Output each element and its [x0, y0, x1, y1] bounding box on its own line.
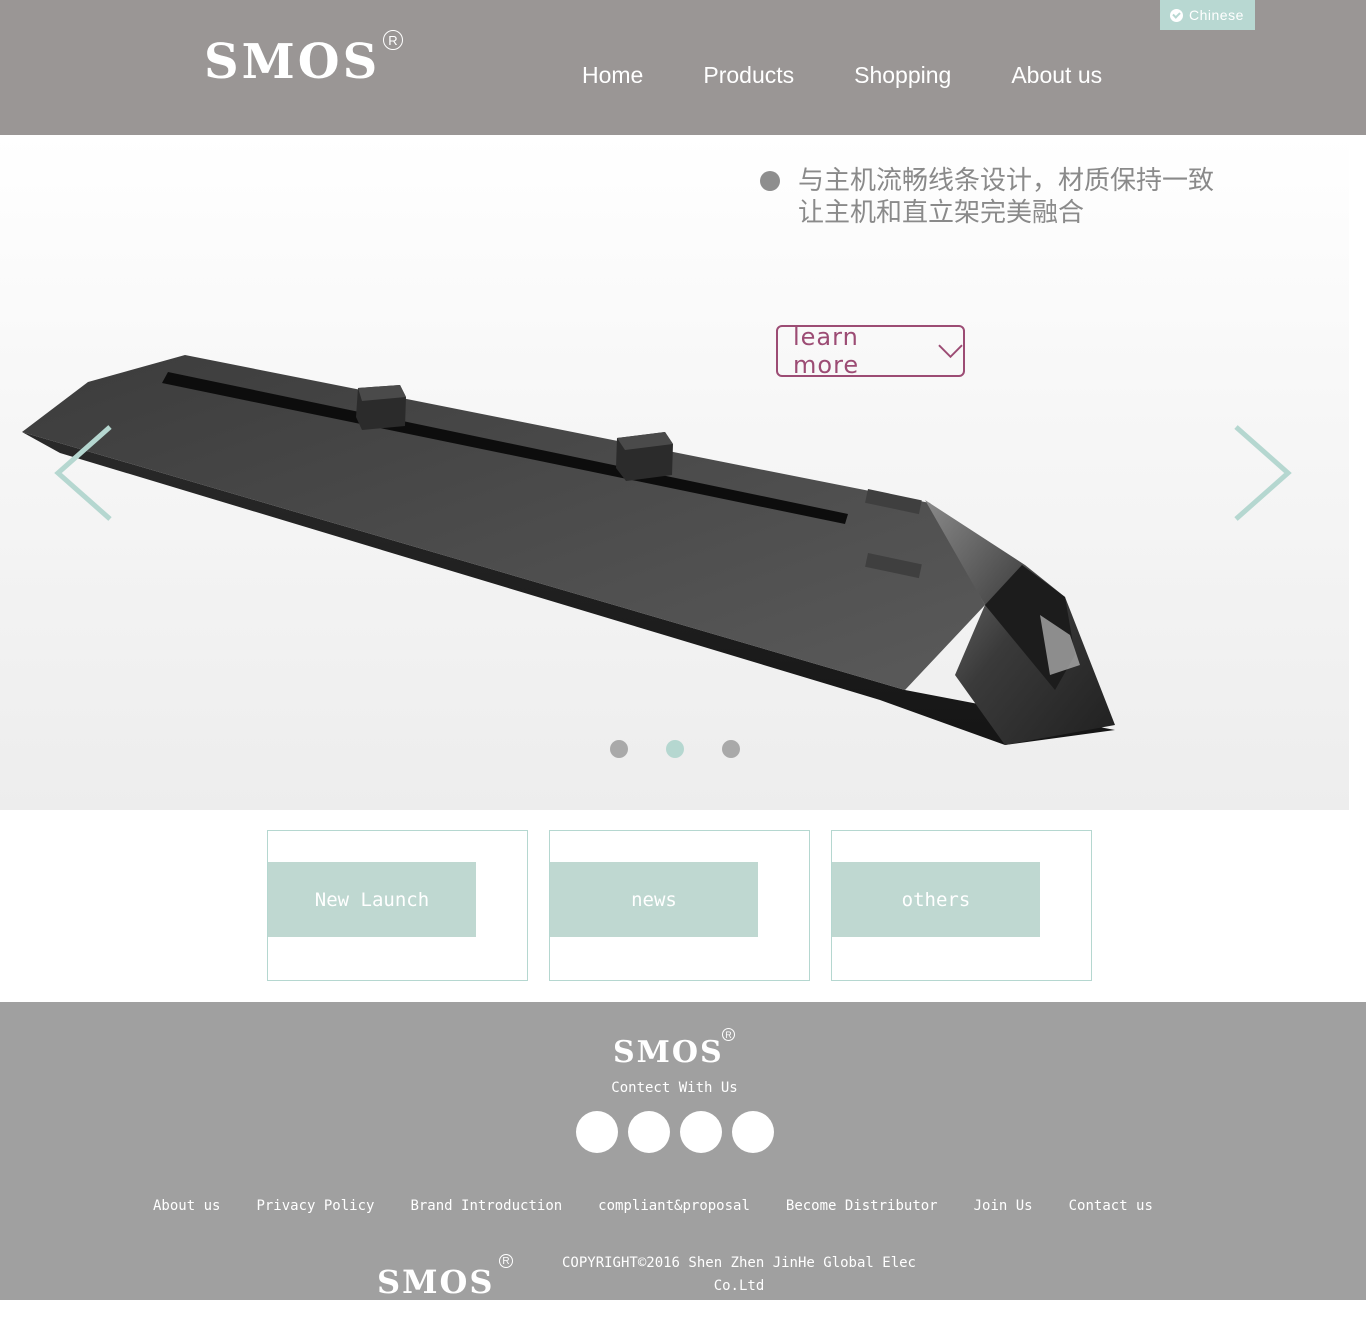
check-circle-icon [1170, 8, 1183, 22]
card-label: New Launch [268, 862, 476, 937]
copyright-line-2: All Rights Reserved. [654, 1301, 824, 1317]
footer-logo-bottom: SMOS [377, 1263, 495, 1301]
hero-slider: 与主机流畅线条设计，材质保持一致 让主机和直立架完美融合 learn more [0, 135, 1349, 810]
footer-link-join-us[interactable]: Join Us [974, 1198, 1033, 1214]
card-others[interactable]: others [831, 830, 1092, 981]
footer-link-about-us[interactable]: About us [153, 1198, 220, 1214]
nav-shopping[interactable]: Shopping [854, 60, 951, 90]
social-icon-4[interactable] [732, 1111, 774, 1153]
footer-links: About us Privacy Policy Brand Introducti… [153, 1198, 1153, 1214]
product-image [22, 355, 1115, 745]
learn-more-button[interactable]: learn more [776, 323, 965, 379]
category-cards: New Launch news others [267, 830, 1092, 981]
card-news[interactable]: news [549, 830, 810, 981]
footer-link-compliant-proposal[interactable]: compliant&proposal [598, 1198, 750, 1214]
slide-dot-1[interactable] [610, 740, 628, 758]
learn-more-label: learn more [793, 323, 860, 379]
social-links [576, 1111, 774, 1153]
site-logo[interactable]: SMOS [204, 38, 380, 86]
bullet-icon [760, 171, 780, 191]
chevron-down-icon [938, 344, 963, 359]
card-label: others [832, 862, 1040, 937]
language-switch-button[interactable]: Chinese [1160, 0, 1255, 30]
feature-text: 与主机流畅线条设计，材质保持一致 让主机和直立架完美融合 [798, 166, 1215, 228]
footer-link-become-distributor[interactable]: Become Distributor [786, 1198, 938, 1214]
nav-about-us[interactable]: About us [1011, 60, 1102, 90]
footer-link-brand-introduction[interactable]: Brand Introduction [410, 1198, 562, 1214]
site-footer: SMOS R Contect With Us About us Privacy … [0, 1002, 1366, 1317]
copyright-line-1: COPYRIGHT©2016 Shen Zhen JinHe Global El… [561, 1255, 916, 1294]
next-slide-arrow-icon[interactable] [1228, 425, 1298, 525]
nav-products[interactable]: Products [703, 60, 794, 90]
footer-logo: SMOS [613, 1035, 724, 1070]
slide-dot-2[interactable] [666, 740, 684, 758]
social-icon-2[interactable] [628, 1111, 670, 1153]
registered-mark: R [722, 1028, 735, 1041]
main-nav: Home Products Shopping About us [582, 60, 1102, 90]
language-label: Chinese [1189, 7, 1244, 23]
slide-dot-3[interactable] [722, 740, 740, 758]
nav-home[interactable]: Home [582, 60, 643, 90]
footer-link-privacy-policy[interactable]: Privacy Policy [256, 1198, 374, 1214]
slide-pagination [610, 740, 740, 758]
footer-link-contact-us[interactable]: Contact us [1069, 1198, 1153, 1214]
registered-mark: R [383, 30, 403, 50]
card-new-launch[interactable]: New Launch [267, 830, 528, 981]
site-header: SMOS R Home Products Shopping About us C… [0, 0, 1366, 135]
social-icon-3[interactable] [680, 1111, 722, 1153]
card-label: news [550, 862, 758, 937]
social-icon-1[interactable] [576, 1111, 618, 1153]
registered-mark: R [499, 1254, 513, 1268]
prev-slide-arrow-icon[interactable] [48, 425, 118, 525]
copyright: COPYRIGHT©2016 Shen Zhen JinHe Global El… [539, 1252, 939, 1321]
contact-heading: Contect With Us [611, 1080, 738, 1096]
feature-callout: 与主机流畅线条设计，材质保持一致 让主机和直立架完美融合 [760, 165, 1248, 229]
